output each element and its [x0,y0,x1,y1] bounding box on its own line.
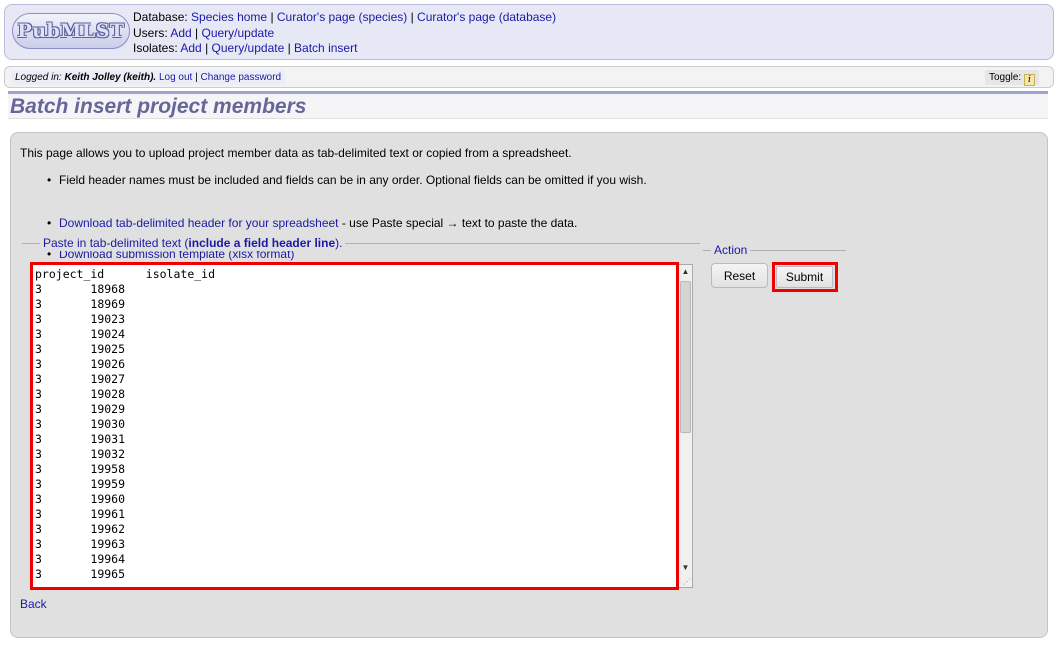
database-label: Database: [133,10,192,24]
database-row: Database: Species home | Curator's page … [133,10,556,26]
species-home-link[interactable]: Species home [191,10,267,24]
field-header-note: Field header names must be included and … [59,173,647,187]
paste-legend: Paste in tab-delimited text (include a f… [40,236,346,251]
textarea-scrollbar[interactable]: ▲ ▼ [678,265,692,587]
title-bar: Batch insert project members [8,91,1048,119]
login-bar: Logged in: Keith Jolley (keith). Log out… [4,66,1054,88]
curator-species-link[interactable]: Curator's page (species) [277,10,407,24]
header-links: Database: Species home | Curator's page … [133,10,556,57]
toggle-label: Toggle: [988,72,1022,83]
isolates-label: Isolates: [133,41,181,55]
toggle: Toggle: i [984,70,1039,86]
logo-text: PubMLST [17,20,125,42]
isolates-row: Isolates: Add | Query/update | Batch ins… [133,41,556,57]
reset-button[interactable]: Reset [711,263,768,288]
logout-link[interactable]: Log out [159,72,192,83]
scroll-down-icon[interactable]: ▼ [679,561,692,575]
legend-bold: include a field header line [188,236,336,250]
main-box: This page allows you to upload project m… [10,132,1048,638]
logged-in-user: Keith Jolley (keith). [64,72,159,83]
submit-button[interactable]: Submit [776,266,833,288]
login-info: Logged in: Keith Jolley (keith). Log out… [11,70,286,85]
intro-text: This page allows you to upload project m… [20,146,572,160]
users-add-link[interactable]: Add [170,26,191,40]
info-toggle-icon[interactable]: i [1024,74,1035,86]
isolates-query-link[interactable]: Query/update [212,41,285,55]
resize-grip-icon[interactable]: ⋰ [683,578,691,586]
site-header: PubMLST Database: Species home | Curator… [4,4,1054,60]
change-password-link[interactable]: Change password [201,72,282,83]
download-header-suffix: - use Paste special → text to paste the … [338,215,578,230]
scroll-up-icon[interactable]: ▲ [679,265,692,279]
users-query-link[interactable]: Query/update [202,26,275,40]
paste-textarea[interactable]: project_id isolate_id 3 18968 3 18969 3 … [32,264,693,588]
logged-in-label: Logged in: [15,72,65,83]
list-item: Field header names must be included and … [47,173,1058,189]
download-header-link[interactable]: Download tab-delimited header for your s… [59,216,339,230]
users-row: Users: Add | Query/update [133,26,556,42]
users-label: Users: [133,25,171,40]
legend-prefix: Paste in tab-delimited text ( [43,236,189,250]
action-legend: Action [711,243,751,258]
textarea-content[interactable]: project_id isolate_id 3 18968 3 18969 3 … [35,267,675,585]
pubmlst-logo[interactable]: PubMLST [12,13,130,49]
scroll-thumb[interactable] [680,281,691,433]
legend-suffix: ). [335,236,343,250]
isolates-batch-insert-link[interactable]: Batch insert [294,41,357,55]
isolates-add-link[interactable]: Add [180,41,201,55]
page-title: Batch insert project members [10,95,307,118]
back-link[interactable]: Back [20,597,47,611]
curator-database-link[interactable]: Curator's page (database) [417,10,556,24]
list-item: Download tab-delimited header for your s… [47,216,1058,232]
